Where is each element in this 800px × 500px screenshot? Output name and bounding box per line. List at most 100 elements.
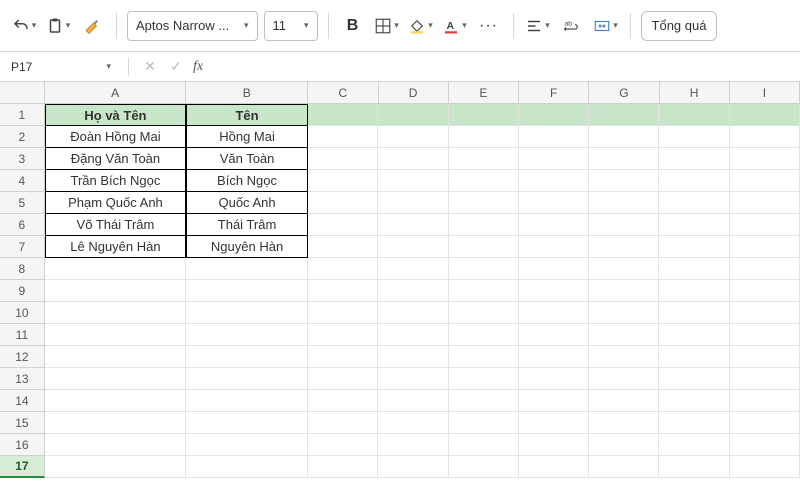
cell[interactable] [519,390,589,412]
cell[interactable] [659,236,729,258]
cell[interactable] [308,434,378,456]
cell[interactable] [589,302,659,324]
fx-icon[interactable]: fx [193,59,203,75]
cell[interactable] [730,456,800,478]
cell[interactable] [449,258,519,280]
cell[interactable]: Võ Thái Trâm [45,214,186,236]
cell[interactable] [449,456,519,478]
column-header[interactable]: B [186,82,308,104]
cell[interactable] [45,346,186,368]
cell[interactable] [45,368,186,390]
cell[interactable] [449,302,519,324]
cell[interactable] [45,412,186,434]
column-header[interactable]: G [589,82,659,104]
cell[interactable] [659,302,729,324]
cell[interactable] [308,214,378,236]
cell[interactable] [589,324,659,346]
fill-color-button[interactable]: ▾ [407,11,435,41]
cell[interactable] [519,324,589,346]
cell[interactable] [589,126,659,148]
cell[interactable] [45,280,186,302]
row-header[interactable]: 3 [0,148,45,170]
cell[interactable] [659,148,729,170]
cell[interactable] [378,104,448,126]
cell[interactable] [449,368,519,390]
cell[interactable]: Quốc Anh [186,192,308,214]
cell[interactable] [308,390,378,412]
cell[interactable] [519,280,589,302]
align-button[interactable]: ▾ [524,11,552,41]
cell[interactable] [589,434,659,456]
name-box[interactable]: P17 ▾ [6,56,116,78]
cell[interactable] [308,456,378,478]
cell[interactable] [519,148,589,170]
cell[interactable] [449,214,519,236]
cell[interactable] [186,302,308,324]
cell[interactable] [659,434,729,456]
cell[interactable] [449,280,519,302]
cell[interactable] [186,434,308,456]
spreadsheet-grid[interactable]: ABCDEFGHI 1Họ và TênTên2Đoàn Hồng MaiHồn… [0,82,800,500]
cell[interactable] [659,280,729,302]
cell[interactable] [519,346,589,368]
cell[interactable] [659,346,729,368]
cell[interactable] [378,236,448,258]
cell[interactable] [659,170,729,192]
cell[interactable] [449,192,519,214]
format-painter-button[interactable] [78,11,106,41]
cell[interactable] [378,258,448,280]
cell[interactable] [519,456,589,478]
cell[interactable] [730,302,800,324]
cell[interactable] [659,258,729,280]
cell[interactable] [730,324,800,346]
cell[interactable]: Họ và Tên [45,104,186,126]
cell[interactable] [519,192,589,214]
column-header[interactable]: C [308,82,378,104]
cell[interactable] [659,214,729,236]
cell[interactable] [378,170,448,192]
cell[interactable] [308,126,378,148]
column-header[interactable]: F [519,82,589,104]
cell[interactable] [659,104,729,126]
cell[interactable] [449,390,519,412]
cell[interactable] [730,104,800,126]
cell[interactable] [589,258,659,280]
cell[interactable] [378,192,448,214]
row-header[interactable]: 15 [0,412,45,434]
cell[interactable] [730,346,800,368]
cell[interactable] [589,346,659,368]
cell[interactable] [186,368,308,390]
row-header[interactable]: 5 [0,192,45,214]
cell[interactable]: Lê Nguyên Hàn [45,236,186,258]
row-header[interactable]: 7 [0,236,45,258]
formula-input[interactable] [211,56,794,78]
cell[interactable] [378,280,448,302]
cell[interactable] [378,434,448,456]
cell[interactable] [519,126,589,148]
bold-button[interactable]: B [339,11,367,41]
cell[interactable] [186,346,308,368]
cell[interactable] [730,236,800,258]
row-header[interactable]: 2 [0,126,45,148]
cell[interactable] [45,258,186,280]
undo-button[interactable]: ▾ [10,11,38,41]
formula-enter-button[interactable]: ✓ [167,58,185,75]
cell[interactable] [186,280,308,302]
cell[interactable] [659,412,729,434]
cell[interactable] [589,104,659,126]
cell[interactable]: Văn Toàn [186,148,308,170]
cell[interactable] [519,434,589,456]
cell[interactable] [308,258,378,280]
cell[interactable] [308,346,378,368]
cell[interactable] [449,412,519,434]
cell[interactable] [449,170,519,192]
cell[interactable] [308,368,378,390]
cell[interactable]: Trần Bích Ngọc [45,170,186,192]
cell[interactable] [308,236,378,258]
cell[interactable] [730,126,800,148]
cell[interactable] [186,324,308,346]
cell[interactable] [659,368,729,390]
cell[interactable] [378,390,448,412]
more-font-button[interactable]: ··· [475,11,503,41]
column-header[interactable]: D [379,82,449,104]
